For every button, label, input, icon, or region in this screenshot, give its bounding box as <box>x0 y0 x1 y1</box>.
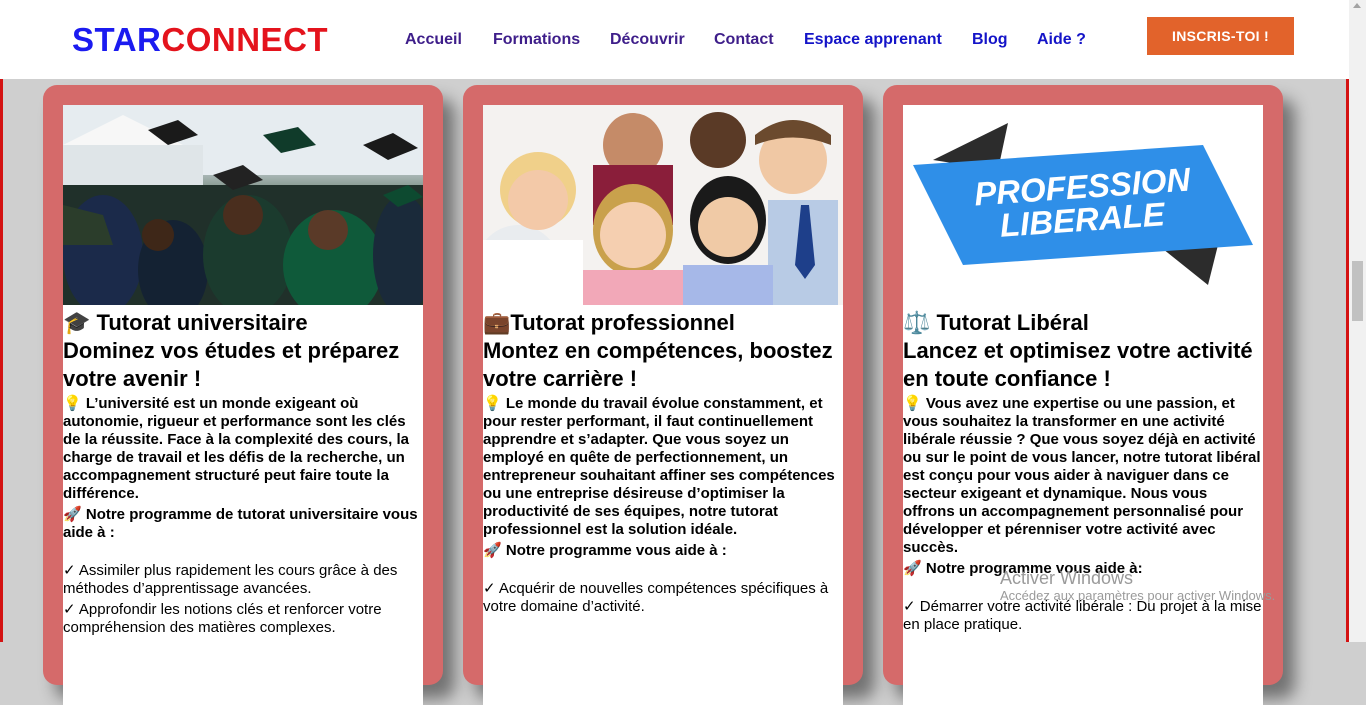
card-program-intro: 🚀 Notre programme de tutorat universitai… <box>63 506 423 542</box>
rocket-icon: 🚀 <box>483 542 502 559</box>
card-benefits-list: ✓ Assimiler plus rapidement les cours gr… <box>63 562 423 637</box>
professionals-illustration <box>483 105 843 305</box>
card-subtitle: Montez en compétences, boostez votre car… <box>483 338 833 391</box>
graduates-photo <box>63 105 423 305</box>
card-description: 💡 L’université est un monde exigeant où … <box>63 395 423 503</box>
graduation-cap-icon: 🎓 <box>63 310 91 335</box>
card-title: 💼Tutorat professionnel <box>483 309 843 337</box>
watermark-title: Activer Windows <box>1000 568 1134 588</box>
card-title-text: Tutorat Libéral <box>930 310 1089 335</box>
vertical-scrollbar[interactable] <box>1349 0 1366 642</box>
scales-icon: ⚖️ <box>903 310 931 335</box>
nav-contact[interactable]: Contact <box>714 31 774 49</box>
card-program-text: Notre programme vous aide à : <box>501 542 727 559</box>
card-title-text: Tutorat universitaire <box>90 310 308 335</box>
card-subtitle: Lancez et optimisez votre activité en to… <box>903 338 1253 391</box>
card-title-text: Tutorat professionnel <box>510 310 735 335</box>
signup-button[interactable]: INSCRIS-TOI ! <box>1147 17 1294 55</box>
rocket-icon: 🚀 <box>903 560 922 577</box>
site-header: STARCONNECT Accueil Formations Découvrir… <box>0 0 1349 79</box>
lightbulb-icon: 💡 <box>483 395 502 412</box>
card-description: 💡 Le monde du travail évolue constamment… <box>483 395 843 539</box>
lightbulb-icon: 💡 <box>63 395 82 412</box>
card-benefits-list: ✓ Acquérir de nouvelles compétences spéc… <box>483 580 843 616</box>
logo-connect-text: CONNECT <box>161 21 329 58</box>
logo-star-text: STAR <box>72 21 162 58</box>
watermark-subtitle: Accédez aux paramètres pour activer Wind… <box>1000 588 1276 603</box>
card-tutorat-professionnel: 💼Tutorat professionnel Montez en compéte… <box>463 85 863 705</box>
list-item: ✓ Approfondir les notions clés et renfor… <box>63 601 382 636</box>
scrollbar-thumb[interactable] <box>1352 261 1363 321</box>
card-title: 🎓 Tutorat universitaire <box>63 309 423 337</box>
professionals-photo <box>483 105 843 305</box>
windows-activation-watermark: Activer Windows Accédez aux paramètres p… <box>1000 568 1275 604</box>
nav-aide[interactable]: Aide ? <box>1037 31 1086 49</box>
nav-blog[interactable]: Blog <box>972 31 1008 49</box>
card-description-text: Le monde du travail évolue constamment, … <box>483 395 835 538</box>
card-program-intro: 🚀 Notre programme vous aide à : <box>483 542 843 560</box>
nav-decouvrir[interactable]: Découvrir <box>610 31 685 49</box>
left-accent-line <box>0 79 3 642</box>
rocket-icon: 🚀 <box>63 506 82 523</box>
card-program-text: Notre programme de tutorat universitaire… <box>63 506 418 541</box>
nav-accueil[interactable]: Accueil <box>405 31 462 49</box>
list-item: ✓ Acquérir de nouvelles compétences spéc… <box>483 580 829 615</box>
banner-illustration: PROFESSION LIBERALE <box>913 123 1253 285</box>
card-description: 💡 Vous avez une expertise ou une passion… <box>903 395 1263 557</box>
nav-espace-apprenant[interactable]: Espace apprenant <box>804 31 942 49</box>
card-subtitle: Dominez vos études et préparez votre ave… <box>63 338 400 391</box>
briefcase-icon: 💼 <box>483 310 511 335</box>
card-description-text: Vous avez une expertise ou une passion, … <box>903 395 1261 556</box>
card-tutorat-universitaire: 🎓 Tutorat universitaire Dominez vos étud… <box>43 85 443 705</box>
card-title: ⚖️ Tutorat Libéral <box>903 309 1263 337</box>
nav-formations[interactable]: Formations <box>493 31 580 49</box>
profession-liberale-banner: PROFESSION LIBERALE <box>903 105 1263 305</box>
list-item: ✓ Assimiler plus rapidement les cours gr… <box>63 562 398 597</box>
scroll-up-arrow-icon[interactable] <box>1353 3 1361 8</box>
lightbulb-icon: 💡 <box>903 395 922 412</box>
site-logo[interactable]: STARCONNECT <box>72 21 328 59</box>
graduates-illustration <box>63 105 423 305</box>
card-description-text: L’université est un monde exigeant où au… <box>63 395 409 502</box>
